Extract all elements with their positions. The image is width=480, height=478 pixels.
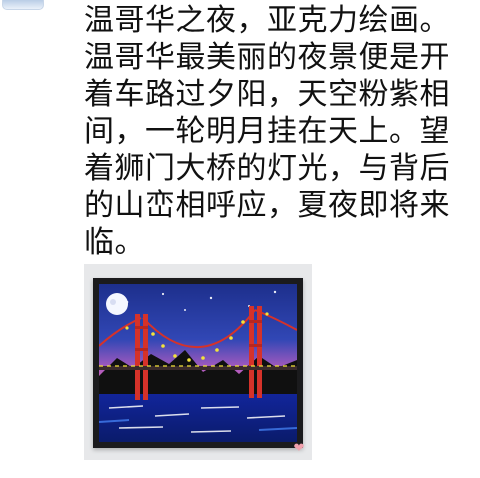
post-text-line: 温哥华最美丽的夜景便是开	[84, 40, 450, 75]
post-view: 温哥华之夜，亚克力绘画。 温哥华最美丽的夜景便是开 着车路过夕阳，天空粉紫相 间…	[0, 0, 480, 478]
picture-frame	[93, 278, 303, 448]
post-text-line: 着车路过夕阳，天空粉紫相	[84, 77, 450, 112]
heart-icon: ❤	[293, 441, 305, 456]
moon	[106, 293, 128, 315]
post-text: 温哥华之夜，亚克力绘画。 温哥华最美丽的夜景便是开 着车路过夕阳，天空粉紫相 间…	[84, 2, 454, 261]
avatar[interactable]	[2, 0, 44, 10]
post-text-line: 间，一轮明月挂在天上。望	[84, 114, 450, 149]
post-text-line: 临。	[84, 225, 145, 260]
water	[99, 394, 297, 442]
painting	[99, 284, 297, 442]
post-image[interactable]: ❤	[84, 264, 312, 460]
post-text-line: 的山峦相呼应，夏夜即将来	[84, 188, 450, 223]
post-text-line: 着狮门大桥的灯光，与背后	[84, 151, 450, 186]
post-text-line: 温哥华之夜，亚克力绘画。	[84, 3, 450, 38]
